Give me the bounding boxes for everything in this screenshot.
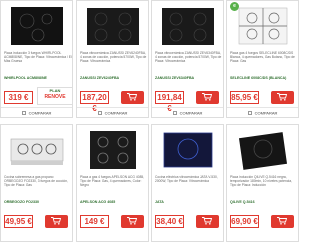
product-price: 38,40 € [155, 215, 184, 228]
compare-checkbox[interactable] [247, 110, 252, 115]
product-brand[interactable]: WHIRLPOOL ACM808/NE [4, 76, 72, 80]
product-image[interactable] [231, 3, 295, 49]
product-price: 69,90 € [230, 215, 259, 228]
product-image[interactable] [156, 3, 220, 49]
product-price: 319 € [4, 91, 33, 104]
compare-toggle[interactable]: COMPARAR [227, 107, 298, 117]
product-price: 191,84 € [155, 91, 184, 113]
product-brand[interactable]: ZANUSSI ZEV6340FBA [155, 76, 223, 80]
product-image[interactable] [5, 127, 69, 173]
product-image[interactable] [156, 127, 220, 173]
add-to-cart-button[interactable] [121, 215, 144, 228]
promo-line2: RENOVE [44, 94, 66, 100]
cart-icon [277, 217, 287, 225]
compare-toggle[interactable]: COMPARAR [1, 107, 72, 117]
product-brand[interactable]: JATA [155, 200, 223, 204]
cart-icon [277, 93, 287, 101]
compare-checkbox[interactable] [172, 110, 177, 115]
product-price: 187,20 € [80, 91, 109, 113]
product-description[interactable]: Placa vitrocerámica ZANUSSI ZEV6340FBA, … [155, 51, 223, 75]
product-price: 49,95 € [4, 215, 33, 228]
product-price: 85,95 € [230, 91, 259, 104]
product-image[interactable] [5, 3, 69, 49]
product-description[interactable]: Cocina sobremesa a gas propano ORBEGOZO … [4, 175, 72, 199]
product-description[interactable]: Placa inducción 3 fuegos WHIRLPOOL ACM80… [4, 51, 72, 75]
product-card[interactable]: Placa a gas 4 fuegos APELSON ACG 4085, T… [76, 124, 149, 242]
product-image[interactable] [81, 3, 145, 49]
compare-label: COMPARAR [104, 110, 128, 116]
product-grid: Placa inducción 3 fuegos WHIRLPOOL ACM80… [0, 0, 300, 245]
cart-icon [202, 93, 212, 101]
product-image[interactable] [81, 127, 145, 173]
product-brand[interactable]: SELECLINE 6008C/DS (BLANCA) [230, 76, 298, 80]
cart-icon [127, 217, 137, 225]
add-to-cart-button[interactable] [196, 215, 219, 228]
product-card[interactable]: Placa inducción QILIVE Q.5416 negra, tem… [226, 124, 299, 242]
product-brand[interactable]: ORBEGOZO FO2330 [4, 200, 72, 204]
product-description[interactable]: Cocina eléctrica vitrocerámica JATA V-53… [155, 175, 223, 199]
add-to-cart-button[interactable] [45, 215, 68, 228]
product-brand[interactable]: ZANUSSI ZEV6240FBA [80, 76, 148, 80]
product-card[interactable]: Placa vitrocerámica ZANUSSI ZEV6340FBA, … [151, 0, 224, 118]
add-to-cart-button[interactable] [271, 91, 294, 104]
product-image[interactable] [231, 127, 295, 173]
compare-checkbox[interactable] [21, 110, 26, 115]
plan-renove-badge: PLAN RENOVE [37, 87, 72, 105]
product-description[interactable]: Placa gas 4 fuegos SELECLINE 6008C/DS Bl… [230, 51, 298, 75]
add-to-cart-button[interactable] [271, 215, 294, 228]
product-price: 149 € [80, 215, 109, 228]
product-brand[interactable]: APELSON ACG 4085 [80, 200, 148, 204]
cart-icon [127, 93, 137, 101]
product-description[interactable]: Placa a gas 4 fuegos APELSON ACG 4085, T… [80, 175, 148, 199]
compare-label: COMPARAR [28, 110, 52, 116]
cart-icon [51, 217, 61, 225]
product-card[interactable]: Placa inducción 3 fuegos WHIRLPOOL ACM80… [0, 0, 73, 118]
add-to-cart-button[interactable] [196, 91, 219, 104]
product-card[interactable]: Placa vitrocerámica ZANUSSI ZEV6240FBA, … [76, 0, 149, 118]
add-to-cart-button[interactable] [121, 91, 144, 104]
compare-label: COMPARAR [254, 110, 278, 116]
compare-toggle[interactable]: COMPARAR [152, 107, 223, 117]
product-brand[interactable]: QILIVE Q.5416 [230, 200, 298, 204]
product-card[interactable]: e Placa gas 4 fuegos SELECLINE 6008C/DS … [226, 0, 299, 118]
compare-checkbox[interactable] [97, 110, 102, 115]
product-description[interactable]: Placa inducción QILIVE Q.5416 negra, tem… [230, 175, 298, 199]
product-card[interactable]: Cocina sobremesa a gas propano ORBEGOZO … [0, 124, 73, 242]
cart-icon [202, 217, 212, 225]
compare-toggle[interactable]: COMPARAR [77, 107, 148, 117]
product-card[interactable]: Cocina eléctrica vitrocerámica JATA V-53… [151, 124, 224, 242]
compare-label: COMPARAR [179, 110, 203, 116]
product-description[interactable]: Placa vitrocerámica ZANUSSI ZEV6240FBA, … [80, 51, 148, 75]
